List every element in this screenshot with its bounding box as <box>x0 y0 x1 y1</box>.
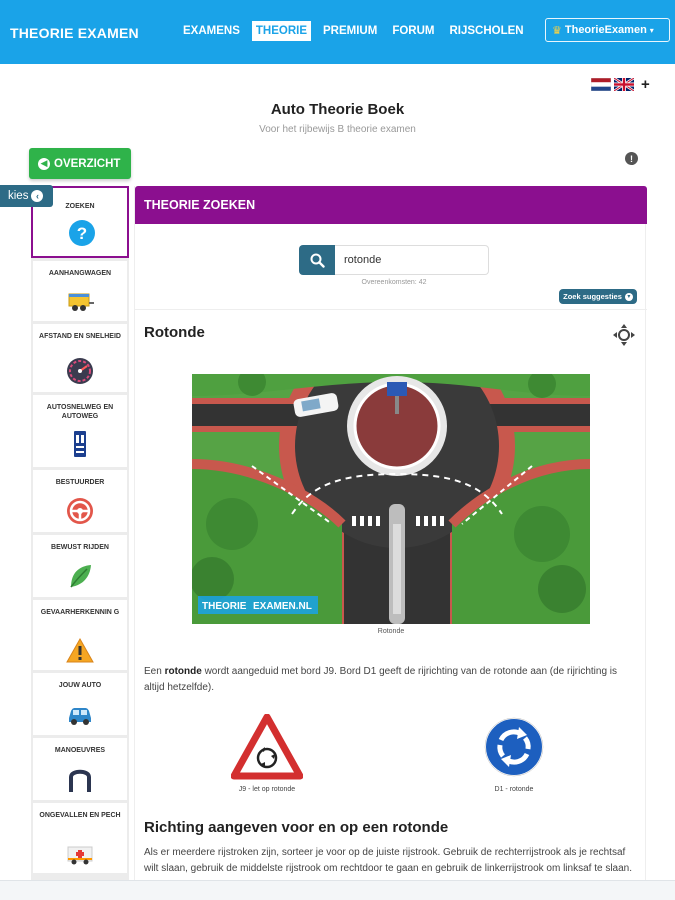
chevron-down-icon: ▾ <box>624 292 633 301</box>
nav-link-forum[interactable]: FORUM <box>389 21 437 41</box>
top-navbar: THEORIE EXAMEN EXAMENS THEORIE PREMIUM F… <box>0 0 675 64</box>
image-caption: Rotonde <box>377 628 405 635</box>
sidebar-item-label: ONGEVALLEN EN PECH <box>39 812 121 819</box>
nav-link-examens[interactable]: EXAMENS <box>180 21 243 41</box>
nav-link-rijscholen[interactable]: RIJSCHOLEN <box>446 21 526 41</box>
search-result-count: Overeenkomsten: 42 <box>361 279 427 286</box>
caret-down-icon: ▾ <box>649 25 654 35</box>
user-menu-label: TheorieExamen <box>564 24 647 36</box>
sidebar-item-autosnelweg-en-autoweg[interactable]: AUTOSNELWEG EN AUTOWEG <box>33 395 127 467</box>
zoek-suggesties-button[interactable]: Zoek suggesties ▾ <box>559 289 637 304</box>
search-box <box>299 245 489 275</box>
paragraph-bold: rotonde <box>164 666 202 677</box>
sidebar-item-label: GEVAARHERKENNIN G <box>40 609 120 616</box>
trailer-icon <box>68 293 94 311</box>
speedometer-icon <box>67 358 93 384</box>
panel-header: THEORIE ZOEKEN <box>135 186 647 224</box>
sidebar-item-label: MANOEUVRES <box>54 747 106 754</box>
sidebar-item-bestuurder[interactable]: BESTUURDER <box>33 470 127 532</box>
nav-link-theorie[interactable]: THEORIE <box>251 21 311 41</box>
search-input[interactable] <box>335 245 489 275</box>
roundabout-image: THEORIE EXAMEN.NL <box>192 374 590 624</box>
language-switcher: + <box>591 77 650 92</box>
overzicht-button[interactable]: ◀ OVERZICHT <box>29 148 131 179</box>
chevron-left-icon: ‹ <box>31 190 44 202</box>
section-title-richting: Richting aangeven voor en op een rotonde <box>144 819 449 836</box>
add-language-button[interactable]: + <box>641 77 650 92</box>
kies-toggle-button[interactable]: kies ‹ <box>0 185 53 207</box>
paragraph-prefix: Een <box>144 666 165 677</box>
richting-paragraph: Als er meerdere rijstroken zijn, sorteer… <box>144 847 633 874</box>
section-title: Rotonde <box>144 324 205 341</box>
search-button[interactable] <box>299 245 335 275</box>
sidebar-item-label: AUTOSNELWEG EN AUTOWEG <box>46 404 114 420</box>
roundabout-warning-sign-icon <box>231 714 303 780</box>
info-icon[interactable]: ! <box>625 152 638 165</box>
sidebar-item-jouw-auto[interactable]: JOUW AUTO <box>33 673 127 735</box>
kies-label: kies <box>8 190 29 202</box>
roundabout-mandatory-sign-icon <box>484 717 544 777</box>
page-subtitle: Voor het rijbewijs B theorie examen <box>259 124 416 135</box>
sidebar-item-gevaarherkenning[interactable]: GEVAARHERKENNIN G <box>33 600 127 670</box>
page-title: Auto Theorie Boek <box>270 101 405 118</box>
bottom-bar <box>0 880 675 900</box>
sidebar-item-afstand-en-snelheid[interactable]: AFSTAND EN SNELHEID <box>33 324 127 392</box>
motorway-sign-icon <box>74 431 86 457</box>
sidebar-item-manoeuvres[interactable]: MANOEUVRES <box>33 738 127 800</box>
search-icon <box>310 253 325 268</box>
brand-logo[interactable]: THEORIE EXAMEN <box>10 25 139 41</box>
sidebar-item-label: BEWUST RIJDEN <box>51 544 109 551</box>
warning-icon <box>66 637 94 663</box>
divider <box>135 309 647 310</box>
move-arrows-icon[interactable] <box>613 324 635 346</box>
intro-paragraph: Een rotonde wordt aangeduid met bord J9.… <box>144 664 639 696</box>
u-turn-icon <box>69 769 91 792</box>
uk-flag-icon[interactable] <box>614 78 634 91</box>
ambulance-icon <box>67 846 93 865</box>
zoek-suggesties-label: Zoek suggesties <box>563 292 622 301</box>
user-menu-button[interactable]: ♛ TheorieExamen ▾ <box>545 18 670 42</box>
chapter-sidebar: ZOEKEN ? AANHANGWAGEN AFSTAND EN SNELHEI… <box>31 186 129 886</box>
nav-links: EXAMENS THEORIE PREMIUM FORUM RIJSCHOLEN <box>180 19 536 43</box>
sign-caption-d1: D1 - rotonde <box>494 786 534 793</box>
sidebar-item-aanhangwagen[interactable]: AANHANGWAGEN <box>33 261 127 321</box>
steering-wheel-icon <box>67 498 93 524</box>
nl-flag-icon[interactable] <box>591 78 611 91</box>
arrow-left-icon: ◀ <box>38 157 50 170</box>
watermark-part-a: THEORIE <box>202 601 247 612</box>
sidebar-item-label: BESTUURDER <box>55 479 105 486</box>
leaf-icon <box>70 565 91 588</box>
sidebar-item-label: AANHANGWAGEN <box>48 270 112 277</box>
sidebar-item-label: AFSTAND EN SNELHEID <box>39 333 121 340</box>
overzicht-label: OVERZICHT <box>54 157 121 170</box>
paragraph-rest: wordt aangeduid met bord J9. Bord D1 gee… <box>144 666 618 693</box>
main-panel: THEORIE ZOEKEN Overeenkomsten: 42 Zoek s… <box>134 186 647 886</box>
question-icon: ? <box>69 220 95 246</box>
sidebar-item-ongevallen-en-pech[interactable]: ONGEVALLEN EN PECH <box>33 803 127 873</box>
sidebar-item-bewust-rijden[interactable]: BEWUST RIJDEN <box>33 535 127 597</box>
sidebar-item-label: JOUW AUTO <box>58 682 102 689</box>
svg-text:?: ? <box>77 224 87 243</box>
car-icon <box>69 708 91 725</box>
crown-icon: ♛ <box>552 24 562 37</box>
watermark-part-b: EXAMEN.NL <box>253 601 312 612</box>
nav-link-premium[interactable]: PREMIUM <box>320 21 380 41</box>
sign-caption-j9: J9 - let op rotonde <box>238 786 296 793</box>
